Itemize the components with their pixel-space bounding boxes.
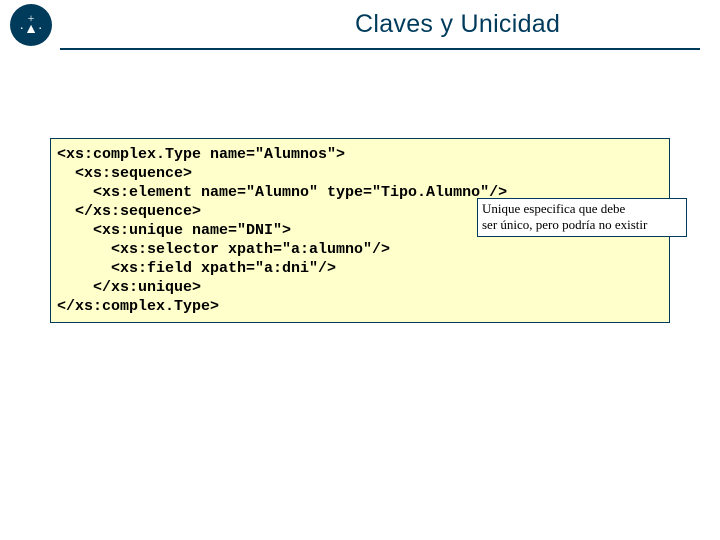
code-line: <xs:field xpath="a:dni"/> — [57, 260, 336, 277]
code-line: </xs:sequence> — [57, 203, 201, 220]
university-logo: + ·▲· — [10, 4, 52, 46]
code-line: <xs:complex.Type name="Alumnos"> — [57, 146, 345, 163]
code-line: <xs:sequence> — [57, 165, 192, 182]
header-divider — [60, 48, 700, 50]
code-line: <xs:selector xpath="a:alumno"/> — [57, 241, 390, 258]
annotation-callout: Unique especifica que debe ser único, pe… — [477, 198, 687, 237]
slide-title: Claves y Unicidad — [355, 10, 560, 39]
callout-line: Unique especifica que debe — [482, 201, 682, 217]
callout-line: ser único, pero podría no existir — [482, 217, 682, 233]
code-line: <xs:element name="Alumno" type="Tipo.Alu… — [57, 184, 507, 201]
slide-header: + ·▲· Claves y Unicidad — [0, 0, 720, 50]
code-line: </xs:unique> — [57, 279, 201, 296]
logo-crest-icon: ·▲· — [19, 23, 42, 37]
code-line: </xs:complex.Type> — [57, 298, 219, 315]
code-line: <xs:unique name="DNI"> — [57, 222, 291, 239]
